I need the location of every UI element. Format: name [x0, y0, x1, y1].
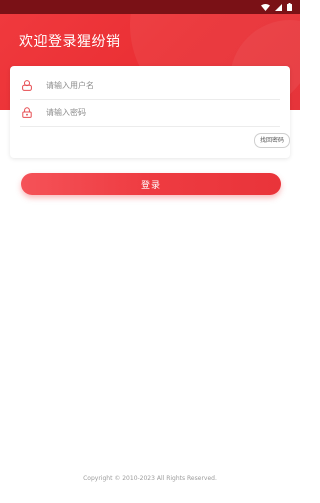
password-field [20, 98, 280, 127]
lock-icon [20, 105, 34, 119]
battery-icon [287, 3, 292, 11]
welcome-title: 欢迎登录猩纷销 [19, 34, 121, 50]
signal-icon [275, 3, 282, 11]
copyright-text: Copyright © 2010-2023 All Rights Reserve… [83, 475, 217, 482]
user-icon [20, 78, 34, 92]
password-input[interactable] [46, 107, 266, 117]
login-card [10, 66, 290, 158]
username-input[interactable] [46, 80, 266, 90]
username-field [20, 71, 280, 100]
forgot-password-button[interactable]: 找回密码 [253, 133, 290, 148]
wifi-icon [261, 3, 270, 11]
status-bar [0, 0, 300, 14]
login-button[interactable]: 登录 [21, 173, 281, 195]
